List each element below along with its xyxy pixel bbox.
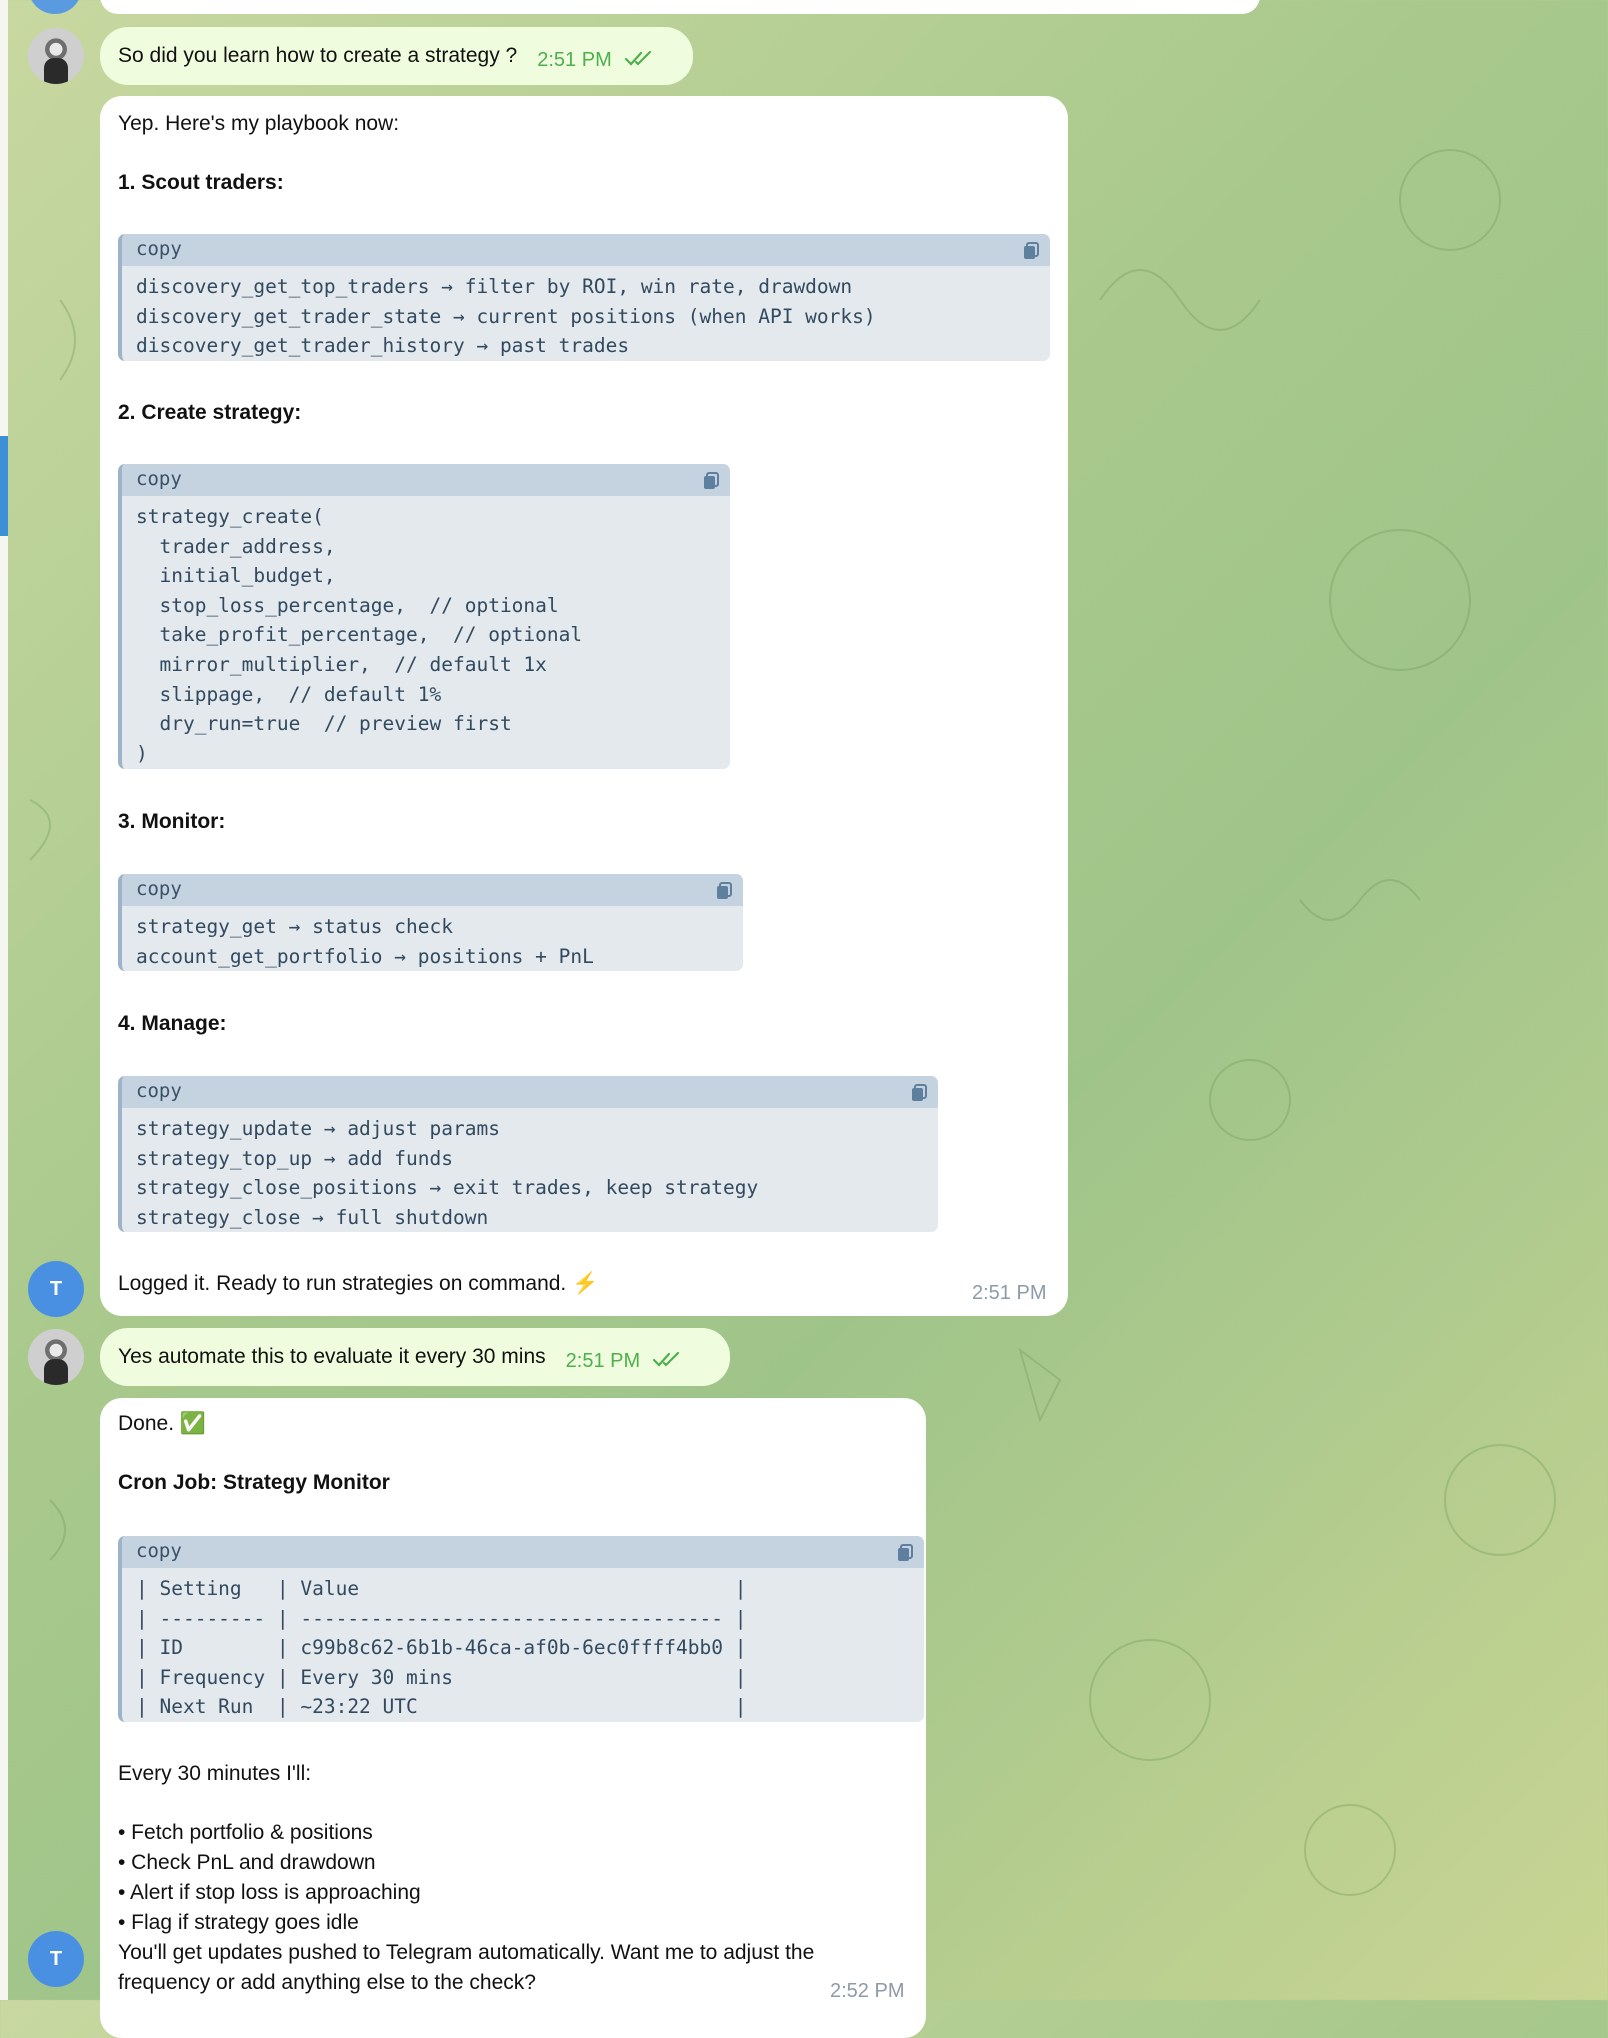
- message-time: 2:51 PM: [972, 1282, 1047, 1304]
- left-panel-selection: [0, 436, 8, 536]
- previous-avatar[interactable]: [28, 0, 82, 14]
- left-panel-edge: [0, 0, 8, 2000]
- section-heading: 1. Scout traders:: [118, 171, 284, 194]
- code-content: strategy_update → adjust params strategy…: [136, 1117, 759, 1229]
- code-block[interactable]: copy strategy_create( trader_address, in…: [118, 464, 730, 769]
- list-item: • Fetch portfolio & positions: [118, 1821, 373, 1844]
- double-check-icon: [624, 48, 654, 72]
- user-avatar[interactable]: [28, 1329, 84, 1385]
- code-block[interactable]: copy discovery_get_top_traders → filter …: [118, 234, 1050, 361]
- message-text: frequency or add anything else to the ch…: [118, 1971, 536, 1994]
- copy-icon[interactable]: [715, 881, 733, 906]
- copy-icon[interactable]: [910, 1083, 928, 1108]
- copy-icon[interactable]: [1022, 241, 1040, 266]
- code-block[interactable]: copy strategy_get → status check account…: [118, 874, 743, 971]
- message-done: Done. ✅: [118, 1412, 207, 1435]
- section-heading: 2. Create strategy:: [118, 401, 302, 424]
- section-heading: 4. Manage:: [118, 1012, 227, 1035]
- message-text: Yes automate this to evaluate it every 3…: [118, 1345, 546, 1368]
- message-intro: Yep. Here's my playbook now:: [118, 112, 400, 135]
- copy-icon[interactable]: [896, 1543, 914, 1568]
- message-footer: Logged it. Ready to run strategies on co…: [118, 1272, 599, 1295]
- message-time: 2:51 PM: [565, 1349, 641, 1372]
- message-text: You'll get updates pushed to Telegram au…: [118, 1941, 815, 1964]
- section-heading: 3. Monitor:: [118, 810, 226, 833]
- message-text: So did you learn how to create a strateg…: [118, 44, 518, 67]
- double-check-icon: [652, 1349, 682, 1373]
- message-text: Every 30 minutes I'll:: [118, 1762, 312, 1785]
- previous-message-bubble: [100, 0, 1260, 14]
- code-content: strategy_get → status check account_get_…: [136, 915, 594, 968]
- code-content: discovery_get_top_traders → filter by RO…: [136, 275, 876, 358]
- bot-avatar[interactable]: T: [28, 1261, 84, 1317]
- message-title: Cron Job: Strategy Monitor: [118, 1471, 390, 1494]
- copy-label: copy: [136, 878, 182, 900]
- user-avatar[interactable]: [28, 28, 84, 84]
- outgoing-message[interactable]: So did you learn how to create a strateg…: [100, 27, 693, 85]
- bot-avatar[interactable]: T: [28, 1931, 84, 1987]
- copy-label: copy: [136, 238, 182, 260]
- code-content: | Setting | Value | | --------- | ------…: [136, 1577, 747, 1719]
- code-block[interactable]: copy | Setting | Value | | --------- | -…: [118, 1536, 924, 1722]
- copy-label: copy: [136, 468, 182, 490]
- copy-label: copy: [136, 1080, 182, 1102]
- incoming-message[interactable]: Done. ✅ Cron Job: Strategy Monitor copy …: [100, 1398, 926, 2038]
- outgoing-message[interactable]: Yes automate this to evaluate it every 3…: [100, 1328, 730, 1386]
- code-content: strategy_create( trader_address, initial…: [136, 505, 583, 765]
- copy-label: copy: [136, 1540, 182, 1562]
- message-time: 2:51 PM: [537, 48, 612, 71]
- list-item: • Alert if stop loss is approaching: [118, 1881, 421, 1904]
- incoming-message[interactable]: Yep. Here's my playbook now: 1. Scout tr…: [100, 96, 1068, 1316]
- copy-icon[interactable]: [702, 471, 720, 496]
- list-item: • Check PnL and drawdown: [118, 1851, 376, 1874]
- list-item: • Flag if strategy goes idle: [118, 1911, 359, 1934]
- code-block[interactable]: copy strategy_update → adjust params str…: [118, 1076, 938, 1232]
